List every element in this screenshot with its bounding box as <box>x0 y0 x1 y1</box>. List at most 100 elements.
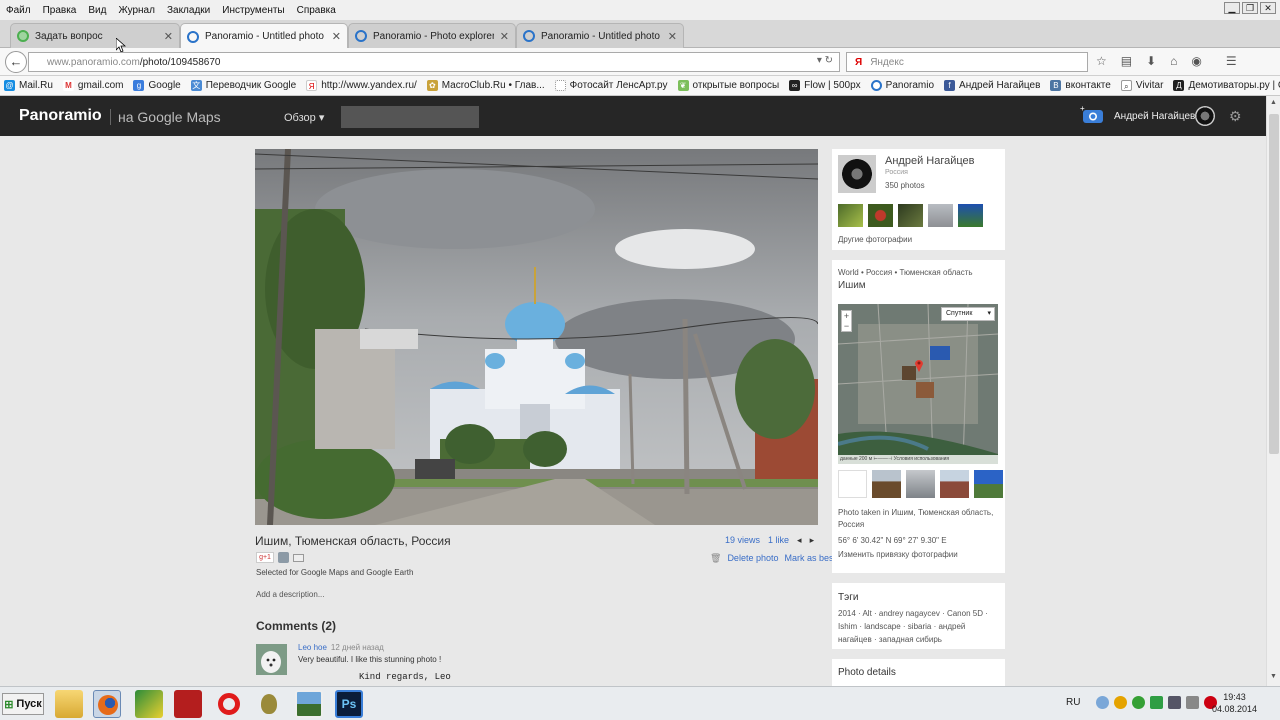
start-button[interactable]: ⊞ Пуск <box>2 693 44 715</box>
bookmark-500px[interactable]: ∞ Flow | 500px <box>789 80 861 91</box>
menu-history[interactable]: Журнал <box>118 5 155 16</box>
next-photo-icon[interactable]: ▸ <box>810 535 815 546</box>
tab-close-icon[interactable]: ✕ <box>332 30 341 43</box>
menu-view[interactable]: Вид <box>88 5 106 16</box>
author-avatar[interactable] <box>838 155 876 193</box>
page-scrollbar[interactable]: ▲ ▼ <box>1266 96 1280 686</box>
mark-best-link[interactable]: Mark as best <box>784 553 836 564</box>
network-icon[interactable] <box>1096 696 1109 709</box>
restore-icon[interactable]: ❐ <box>1242 2 1258 14</box>
addon-icon[interactable]: ◉ <box>1191 54 1201 68</box>
map-zoom-control[interactable]: + − <box>841 310 852 332</box>
thumbnail[interactable] <box>974 470 1003 498</box>
site-search-input[interactable] <box>341 106 479 128</box>
bookmark-vivitar[interactable]: ⌕ Vivitar <box>1120 80 1163 91</box>
change-location-link[interactable]: Изменить привязку фотографии <box>838 550 958 559</box>
photoshop-icon[interactable]: Ps <box>335 690 363 718</box>
scroll-up-icon[interactable]: ▲ <box>1270 99 1277 106</box>
monitor-icon[interactable] <box>1168 696 1181 709</box>
image-viewer-icon[interactable] <box>295 690 323 718</box>
url-input[interactable]: www.panoramio.com/photo/109458670 ▾ ↻ <box>28 52 840 72</box>
thumbnail[interactable] <box>872 470 901 498</box>
bookmark-mailru[interactable]: @ Mail.Ru <box>4 80 53 91</box>
thumbnail[interactable] <box>928 204 953 227</box>
thumbnail[interactable] <box>940 470 969 498</box>
thumbnail[interactable] <box>906 470 935 498</box>
thumbnail[interactable] <box>838 204 863 227</box>
bookmark-open-questions[interactable]: ❦ открытые вопросы <box>677 80 779 91</box>
prev-photo-icon[interactable]: ◂ <box>797 535 802 546</box>
tab-close-icon[interactable]: ✕ <box>500 30 509 43</box>
volume-icon[interactable] <box>1186 696 1199 709</box>
thumbnail[interactable] <box>838 470 867 498</box>
shield-icon[interactable] <box>1132 696 1145 709</box>
bookmark-yandex[interactable]: Яhttp://www.yandex.ru/ <box>306 80 417 91</box>
onion-icon[interactable] <box>255 690 283 718</box>
tab-close-icon[interactable]: ✕ <box>164 30 173 43</box>
photo-details-title[interactable]: Photo details <box>838 667 896 678</box>
main-photo[interactable] <box>255 149 818 525</box>
reload-icon[interactable]: ▾ ↻ <box>817 55 833 66</box>
home-icon[interactable]: ⌂ <box>1170 54 1177 68</box>
thumbnail[interactable] <box>898 204 923 227</box>
firefox-icon[interactable] <box>93 690 121 718</box>
menu-icon[interactable]: ☰ <box>1226 54 1237 68</box>
delete-photo-link[interactable]: Delete photo <box>727 553 778 564</box>
bookmark-vkontakte[interactable]: Bвконтакте <box>1050 80 1111 91</box>
close-icon[interactable]: ✕ <box>1260 2 1276 14</box>
update-icon[interactable] <box>1114 696 1127 709</box>
place-name[interactable]: Ишим <box>838 280 866 291</box>
breadcrumb[interactable]: World • Россия • Тюменская область <box>838 268 973 277</box>
thumbnail[interactable] <box>958 204 983 227</box>
tab-photo-explorer[interactable]: Panoramio - Photo explorer ✕ <box>348 23 516 48</box>
search-input[interactable]: Я Яндекс <box>846 52 1088 72</box>
location-map[interactable]: Спутник ▾ + − данные 200 м ⊢——⊣ Условия и… <box>838 304 998 464</box>
user-name[interactable]: Андрей Нагайцев <box>1114 111 1195 122</box>
upload-camera-icon[interactable]: + <box>1080 104 1104 124</box>
download-icon[interactable]: ⬇ <box>1146 54 1156 68</box>
browse-menu[interactable]: Обзор ▾ <box>284 111 324 124</box>
scroll-down-icon[interactable]: ▼ <box>1270 673 1277 680</box>
scroll-thumb[interactable] <box>1269 114 1279 454</box>
other-photos-link[interactable]: Другие фотографии <box>838 235 912 244</box>
author-name[interactable]: Андрей Нагайцев <box>885 155 975 167</box>
add-description-link[interactable]: Add a description... <box>256 590 324 599</box>
bookmark-macroclub[interactable]: ✿ MacroClub.Ru • Глав... <box>426 80 545 91</box>
tags-list[interactable]: 2014 · Alt · andrey nagaycev · Canon 5D … <box>838 607 998 646</box>
menu-bookmarks[interactable]: Закладки <box>167 5 210 16</box>
minimize-icon[interactable]: ▁ <box>1224 2 1240 14</box>
bookmark-lensart[interactable]: Фотосайт ЛенсАрт.ру <box>554 80 668 91</box>
comment-author-name[interactable]: Leo hoe <box>298 643 327 652</box>
gplus-button[interactable]: g+1 <box>256 552 274 563</box>
tab-panoramio-untitled-2[interactable]: Panoramio - Untitled photo ✕ <box>516 23 684 48</box>
opera-icon[interactable] <box>215 690 243 718</box>
gear-icon[interactable]: ⚙ <box>1229 108 1242 125</box>
radio-icon[interactable] <box>174 690 202 718</box>
menu-tools[interactable]: Инструменты <box>222 5 284 16</box>
flag-icon[interactable] <box>1150 696 1163 709</box>
clipboard-icon[interactable]: ▤ <box>1121 54 1132 68</box>
author-photo-count[interactable]: 350 photos <box>885 181 925 190</box>
thumbnail[interactable] <box>868 204 893 227</box>
tab-close-icon[interactable]: ✕ <box>668 30 677 43</box>
paint-icon[interactable] <box>135 690 163 718</box>
tab-ask-question[interactable]: Задать вопрос ✕ <box>10 23 180 48</box>
bookmark-facebook[interactable]: f Андрей Нагайцев <box>944 80 1040 91</box>
menu-edit[interactable]: Правка <box>43 5 77 16</box>
language-indicator[interactable]: RU <box>1066 697 1080 708</box>
bookmark-google[interactable]: g Google <box>133 80 181 91</box>
menu-file[interactable]: Файл <box>6 5 31 16</box>
bookmark-gmail[interactable]: Mgmail.com <box>62 80 123 91</box>
bookmark-panoramio[interactable]: Panoramio <box>870 80 934 91</box>
bookmark-translate[interactable]: 文 Переводчик Google <box>190 80 296 91</box>
tab-panoramio-untitled[interactable]: Panoramio - Untitled photo ✕ <box>180 23 348 49</box>
views-link[interactable]: 19 views <box>725 535 760 546</box>
panoramio-logo[interactable]: Panoramio <box>19 107 102 125</box>
system-clock[interactable]: 19:43 04.08.2014 <box>1212 691 1257 715</box>
star-icon[interactable]: ☆ <box>1096 54 1107 68</box>
bookmark-demotivators[interactable]: ДДемотиваторы.ру | С... <box>1173 80 1280 91</box>
email-icon[interactable] <box>293 553 304 562</box>
commenter-avatar[interactable] <box>256 644 287 675</box>
likes-link[interactable]: 1 like <box>768 535 789 546</box>
folder-icon[interactable] <box>55 690 83 718</box>
